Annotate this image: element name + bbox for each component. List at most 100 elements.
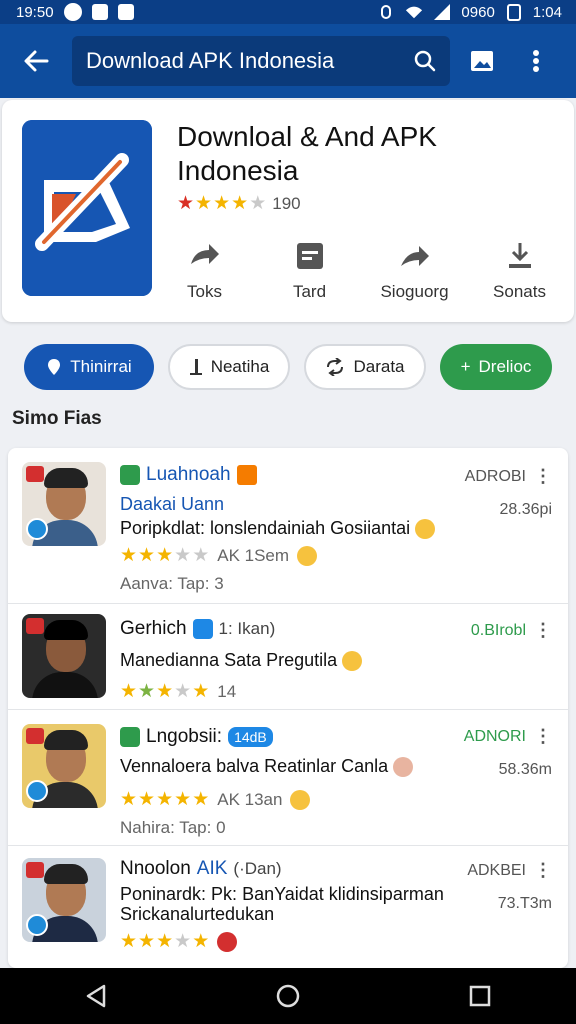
- avatar-hair: [44, 468, 88, 488]
- item-label: 0.BIrobl ⋮: [471, 620, 552, 641]
- status-left: 19:50: [16, 3, 134, 21]
- action-label: Toks: [187, 282, 222, 301]
- plus-icon: +: [460, 357, 471, 376]
- filter-chips: Thinirrai Neatiha Darata + Drelioc: [24, 344, 554, 390]
- signal-icon: [433, 3, 451, 21]
- section-title: Simo Fias: [12, 408, 102, 429]
- item-label: ADKBEI ⋮: [467, 860, 552, 881]
- verified-icon: [192, 619, 213, 639]
- nav-home-icon: [276, 984, 300, 1008]
- item-title-text: Nnoolon: [120, 858, 191, 879]
- chip-label: Neatiha: [210, 357, 270, 376]
- more-vert-icon[interactable]: ⋮: [534, 726, 552, 747]
- status-bar: 19:50 0960 1:04: [0, 0, 576, 24]
- wifi-icon: [405, 3, 423, 21]
- item-label-text: ADNORI: [463, 727, 526, 745]
- app-header-card: Downloal & And APK Indonesia ★ ★ ★ ★ ★ 190 T…: [2, 100, 574, 322]
- notification-check-icon: [63, 3, 82, 21]
- item-label: ADROBI ⋮: [465, 466, 552, 487]
- action-sioguorg[interactable]: Sioguorg: [362, 240, 467, 310]
- forward-icon: [397, 240, 433, 272]
- image-icon: [471, 51, 493, 71]
- item-meta: ★ ★ ★ ★ ★ 14: [120, 680, 236, 703]
- more-vert-icon[interactable]: ⋮: [534, 466, 552, 487]
- search-icon[interactable]: [414, 50, 436, 72]
- avatar-hair: [44, 864, 88, 884]
- verified-badge-icon: [26, 518, 48, 540]
- star-icon: ★: [231, 193, 249, 214]
- item-description: Poripkdlat: lonslendainiah Gosiiantai: [120, 518, 436, 540]
- tag-icon: [26, 728, 44, 744]
- chip-label: Darata: [353, 357, 405, 376]
- chip-neatiha[interactable]: Neatiha: [168, 344, 290, 390]
- action-toks[interactable]: Toks: [152, 240, 257, 310]
- nav-recents-button[interactable]: [450, 974, 510, 1018]
- star-icon: ★: [249, 193, 267, 214]
- share-arrow-icon: [187, 240, 223, 272]
- search-input[interactable]: Download APK Indonesia: [72, 36, 450, 86]
- emoji-icon: [393, 757, 414, 778]
- chip-label: Drelioc: [478, 357, 532, 376]
- battery-icon: [505, 3, 523, 21]
- item-title: Gerhich 1: Ikan): [120, 618, 275, 640]
- item-right: 0.BIrobl ⋮: [471, 620, 552, 641]
- item-description-2: Srickanalurtedukan: [120, 904, 275, 924]
- item-title-sub: 1: Ikan): [218, 619, 276, 638]
- item-description: Vennaloera balva Reatinlar Canla: [120, 756, 414, 778]
- list-item[interactable]: Nnoolon AIK (·Dan) Poninardk: Pk: BanYai…: [8, 846, 568, 968]
- app-actions: Toks Tard Sioguorg Sonats: [152, 240, 572, 310]
- item-meta: ★ ★ ★ ★ ★: [120, 930, 238, 953]
- more-vert-icon: [533, 50, 539, 72]
- action-sonats[interactable]: Sonats: [467, 240, 572, 310]
- back-arrow-icon: [24, 50, 49, 72]
- more-options-button[interactable]: [514, 39, 558, 83]
- emoji-icon: [297, 545, 318, 566]
- more-vert-icon[interactable]: ⋮: [534, 620, 552, 641]
- item-title-accent: AIK: [196, 858, 228, 879]
- item-right: ADKBEI ⋮ 73.T3m: [467, 860, 552, 913]
- calendar-icon: [292, 240, 328, 272]
- app-title: Downloal & And APK Indonesia: [177, 121, 437, 186]
- list-item[interactable]: Lngobsii: 14dB Vennaloera balva Reatinla…: [8, 710, 568, 846]
- item-label: ADNORI ⋮: [464, 726, 552, 747]
- rating-stars: ★ ★ ★ ★ ★: [120, 681, 210, 702]
- avatar: [22, 724, 106, 808]
- app-logo-icon: [22, 120, 152, 296]
- status-time: 19:50: [16, 3, 54, 21]
- star-icon: ★: [195, 193, 213, 214]
- notification-mail-icon: [91, 4, 108, 20]
- status-clock: 1:04: [532, 3, 562, 21]
- chip-darata[interactable]: Darata: [304, 344, 426, 390]
- chip-drelioc[interactable]: + Drelioc: [440, 344, 552, 390]
- item-time: 73.T3m: [497, 895, 552, 912]
- list-item[interactable]: Gerhich 1: Ikan) Manedianna Sata Preguti…: [8, 604, 568, 710]
- nav-back-button[interactable]: [66, 974, 126, 1018]
- avatar: [22, 462, 106, 546]
- item-time: 58.36m: [498, 761, 552, 778]
- action-label: Tard: [292, 282, 327, 301]
- item-title: Lngobsii: 14dB: [120, 726, 273, 748]
- list-item[interactable]: Luahnoah Daakai Uann Poripkdlat: lonslen…: [8, 448, 568, 604]
- alarm-icon: [377, 3, 395, 21]
- status-data-text: 0960: [461, 3, 495, 21]
- rating-count: 190: [272, 193, 301, 213]
- star-icon: ★: [213, 193, 231, 214]
- app-logo[interactable]: [22, 120, 152, 296]
- action-tard[interactable]: Tard: [257, 240, 362, 310]
- chip-thinirrai[interactable]: Thinirrai: [24, 344, 154, 390]
- nav-home-button[interactable]: [258, 974, 318, 1018]
- avatar-hair: [44, 620, 88, 640]
- item-label-text: ADKBEI: [467, 861, 526, 879]
- more-vert-icon[interactable]: ⋮: [534, 860, 552, 881]
- rating-stars: ★ ★ ★ ★ ★: [177, 192, 266, 215]
- item-description: Manedianna Sata Pregutila: [120, 650, 363, 672]
- image-button[interactable]: [460, 39, 504, 83]
- item-description-text: Vennaloera balva Reatinlar Canla: [120, 756, 389, 776]
- item-title-text: Lngobsii:: [146, 726, 223, 747]
- system-nav-bar: [0, 968, 576, 1024]
- back-button[interactable]: [14, 39, 58, 83]
- item-subtitle: Daakai Uann: [120, 494, 225, 514]
- download-icon: [502, 240, 538, 272]
- search-query: Download APK Indonesia: [86, 48, 335, 73]
- item-description: Poninardk: Pk: BanYaidat klidinsiparman: [120, 884, 444, 904]
